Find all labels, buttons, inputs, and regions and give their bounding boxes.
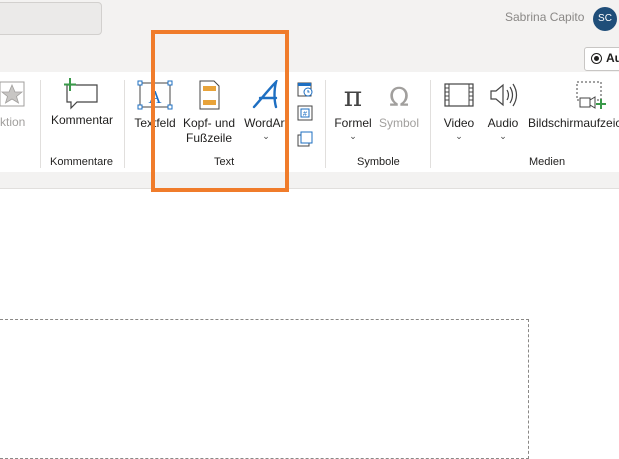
group-separator: [325, 80, 326, 168]
user-name[interactable]: Sabrina Capito: [505, 10, 584, 24]
audio-label: Audio: [487, 116, 519, 130]
symbol-button[interactable]: Ω Symbol: [376, 80, 422, 131]
film-icon: [444, 83, 474, 107]
omega-icon: Ω: [389, 83, 409, 110]
svg-text:Ω: Ω: [389, 83, 409, 110]
group-separator: [124, 80, 125, 168]
search-box[interactable]: [0, 2, 102, 35]
slide-placeholder[interactable]: [0, 319, 529, 459]
object-button[interactable]: [296, 130, 314, 148]
ribbon-bottom-bar: [0, 172, 619, 189]
group-separator: [430, 80, 431, 168]
calendar-clock-icon: [297, 82, 313, 97]
avatar[interactable]: SC: [593, 7, 617, 31]
formel-button[interactable]: π Formel ⌄: [332, 80, 374, 141]
slide-number-icon: #: [297, 105, 313, 121]
chevron-down-icon: ⌄: [499, 131, 507, 141]
date-time-button[interactable]: [296, 80, 314, 98]
chevron-down-icon: ⌄: [455, 131, 463, 141]
audio-button[interactable]: Audio ⌄: [482, 80, 524, 141]
svg-text:π: π: [344, 80, 362, 110]
group-label-kommentare: Kommentare: [50, 156, 113, 168]
comment-add-icon: [64, 78, 98, 110]
highlight-box: [151, 30, 289, 192]
symbol-label: Symbol: [378, 116, 419, 130]
radio-icon: [591, 53, 602, 64]
svg-text:#: #: [303, 111, 307, 118]
autosave-toggle[interactable]: Au: [584, 47, 619, 71]
chevron-down-icon: ⌄: [349, 131, 357, 141]
speaker-icon: [490, 83, 518, 107]
autosave-label: Au: [606, 51, 619, 65]
slide-number-button[interactable]: #: [296, 104, 314, 122]
bildschirmaufzeichnung-label: Bildschirmaufzeic: [528, 116, 619, 130]
pi-icon: π: [344, 80, 362, 110]
action-button[interactable]: [0, 80, 28, 108]
formel-label: Formel: [334, 116, 372, 130]
kommentar-button[interactable]: Kommentar: [46, 78, 118, 128]
object-icon: [297, 131, 313, 147]
screen-recording-icon: [576, 81, 606, 109]
kommentar-label: Kommentar: [50, 113, 114, 127]
bildschirmaufzeichnung-button[interactable]: Bildschirmaufzeic: [528, 80, 619, 131]
group-separator: [40, 80, 41, 168]
group-label-medien: Medien: [529, 156, 566, 168]
star-icon: [0, 81, 25, 107]
video-button[interactable]: Video ⌄: [438, 80, 480, 141]
group-label-symbole: Symbole: [357, 156, 400, 168]
video-label: Video: [443, 116, 475, 130]
action-button-label: ktion: [0, 115, 26, 129]
